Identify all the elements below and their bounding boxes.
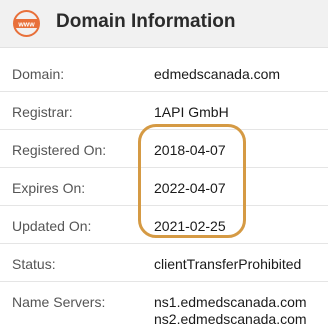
- registered-on-value: 2018-04-07: [154, 142, 226, 158]
- globe-www-icon: www: [13, 10, 40, 37]
- row-expires-on: Expires On: 2022-04-07: [0, 168, 328, 206]
- updated-on-value: 2021-02-25: [154, 218, 226, 234]
- registered-on-label: Registered On:: [12, 142, 107, 158]
- status-label: Status:: [12, 256, 56, 272]
- name-server-1: ns1.edmedscanada.com: [154, 294, 307, 310]
- registrar-value: 1API GmbH: [154, 104, 229, 120]
- card-title: Domain Information: [56, 11, 236, 32]
- row-registered-on: Registered On: 2018-04-07: [0, 130, 328, 168]
- name-server-2: ns2.edmedscanada.com: [154, 311, 307, 327]
- name-servers-label: Name Servers:: [12, 294, 106, 310]
- row-updated-on: Updated On: 2021-02-25: [0, 206, 328, 244]
- expires-on-value: 2022-04-07: [154, 180, 226, 196]
- domain-label: Domain:: [12, 66, 65, 82]
- svg-text:www: www: [17, 21, 35, 28]
- updated-on-label: Updated On:: [12, 218, 92, 234]
- row-status: Status: clientTransferProhibited: [0, 244, 328, 282]
- row-name-servers: Name Servers: ns1.edmedscanada.com ns2.e…: [0, 282, 328, 334]
- card-header: www Domain Information: [0, 0, 328, 48]
- name-servers-value: ns1.edmedscanada.com ns2.edmedscanada.co…: [154, 294, 307, 328]
- row-domain: Domain: edmedscanada.com: [0, 54, 328, 92]
- row-registrar: Registrar: 1API GmbH: [0, 92, 328, 130]
- registrar-label: Registrar:: [12, 104, 73, 120]
- domain-value: edmedscanada.com: [154, 66, 281, 82]
- expires-on-label: Expires On:: [12, 180, 86, 196]
- status-value: clientTransferProhibited: [154, 256, 302, 272]
- domain-info-card: www Domain Information Domain: edmedscan…: [0, 0, 328, 331]
